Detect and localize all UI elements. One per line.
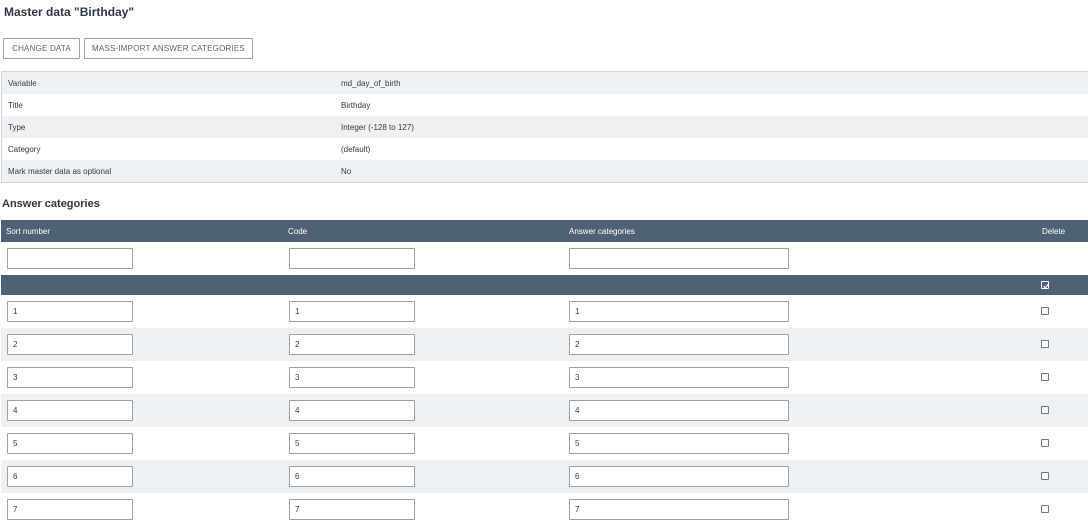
mass-import-button[interactable]: MASS-IMPORT ANSWER CATEGORIES [84,38,253,59]
table-row [1,328,1088,361]
column-header-sort-number[interactable]: Sort number [6,227,50,236]
table-row [1,460,1088,493]
page-title: Master data "Birthday" [4,5,135,19]
code-input[interactable] [289,499,415,520]
answer-categories-title: Answer categories [2,198,100,210]
table-row [1,361,1088,394]
select-all-checkbox-icon[interactable] [1041,281,1049,289]
sort-number-input[interactable] [7,466,133,487]
filter-answer-input[interactable] [569,248,789,269]
code-input[interactable] [289,301,415,322]
change-data-button[interactable]: CHANGE DATA [3,38,80,59]
sort-number-input[interactable] [7,433,133,454]
sort-number-input[interactable] [7,499,133,520]
delete-checkbox[interactable] [1041,439,1049,447]
property-label: Mark master data as optional [8,166,112,176]
code-input[interactable] [289,400,415,421]
column-header-answer-categories[interactable]: Answer categories [569,227,635,236]
delete-checkbox[interactable] [1041,307,1049,315]
property-value: Integer (-128 to 127) [341,122,414,132]
delete-checkbox[interactable] [1041,472,1049,480]
property-value: md_day_of_birth [341,78,401,88]
toolbar: CHANGE DATA MASS-IMPORT ANSWER CATEGORIE… [3,38,253,59]
table-row [1,394,1088,427]
code-input[interactable] [289,466,415,487]
answer-input[interactable] [569,466,789,487]
delete-checkbox[interactable] [1041,505,1049,513]
code-input[interactable] [289,367,415,388]
answer-input[interactable] [569,433,789,454]
property-label: Category [8,144,41,154]
sort-number-input[interactable] [7,400,133,421]
answer-input[interactable] [569,367,789,388]
answer-input[interactable] [569,400,789,421]
table-row [1,427,1088,460]
property-label: Type [8,122,26,132]
column-header-code[interactable]: Code [288,227,307,236]
filter-sort-number-input[interactable] [7,248,133,269]
property-value: Birthday [341,100,371,110]
property-row-title: Title Birthday [2,94,1088,116]
filter-code-input[interactable] [289,248,415,269]
table-row [1,295,1088,328]
properties-table: Variable md_day_of_birth Title Birthday … [1,71,1088,183]
property-row-variable: Variable md_day_of_birth [2,72,1088,94]
sort-number-input[interactable] [7,301,133,322]
delete-checkbox[interactable] [1041,340,1049,348]
code-input[interactable] [289,433,415,454]
property-row-type: Type Integer (-128 to 127) [2,116,1088,138]
column-header-delete: Delete [1042,227,1066,236]
property-label: Title [8,100,23,110]
select-all-row [1,275,1088,295]
delete-checkbox[interactable] [1041,406,1049,414]
sort-number-input[interactable] [7,334,133,355]
filter-row [1,242,1088,275]
grid-header: Sort number Code Answer categories Delet… [1,220,1088,242]
table-row [1,493,1088,526]
property-row-category: Category (default) [2,138,1088,160]
code-input[interactable] [289,334,415,355]
property-value: No [341,166,352,176]
answer-input[interactable] [569,334,789,355]
sort-number-input[interactable] [7,367,133,388]
answer-input[interactable] [569,301,789,322]
property-label: Variable [8,78,37,88]
delete-checkbox[interactable] [1041,373,1049,381]
property-row-optional: Mark master data as optional No [2,160,1088,182]
answer-input[interactable] [569,499,789,520]
answer-categories-grid: Sort number Code Answer categories Delet… [1,220,1088,526]
property-value: (default) [341,144,371,154]
